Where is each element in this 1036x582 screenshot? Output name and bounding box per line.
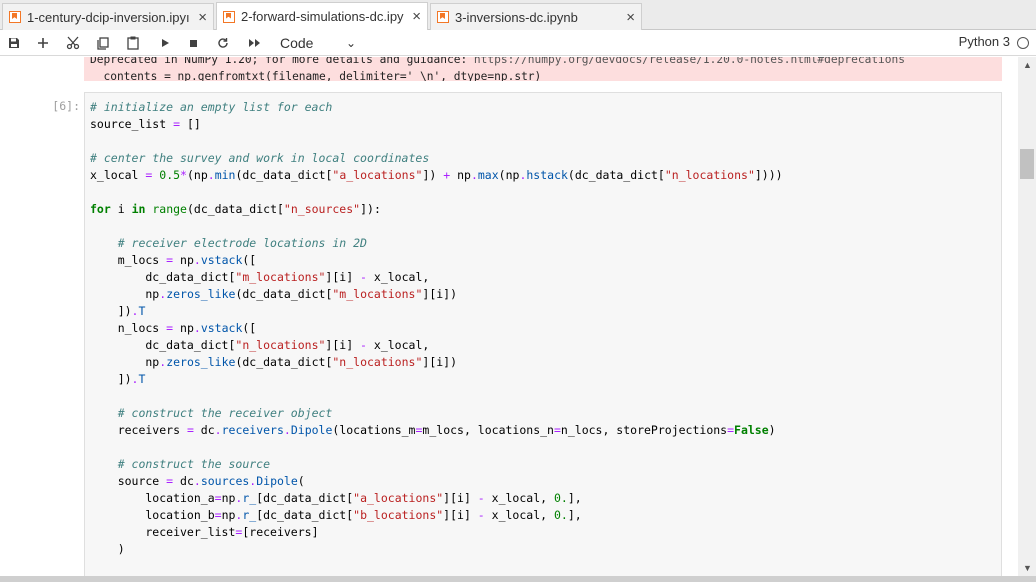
cell-type-label: Code [280,35,314,51]
kernel-name[interactable]: Python 3 [959,34,1010,49]
notebook-icon [223,10,235,23]
copy-icon[interactable] [93,33,113,53]
paste-icon[interactable] [123,33,143,53]
add-cell-icon[interactable] [33,33,53,53]
tab-label: 1-century-dcip-inversion.ipyı [27,9,190,25]
run-all-icon[interactable] [244,33,264,53]
cell-prompt: [6]: [52,99,80,113]
run-icon[interactable] [155,33,175,53]
tab-century-dcip-inversion[interactable]: 1-century-dcip-inversion.ipyı × [2,3,214,30]
code-text: # initialize an empty list for each sourc… [90,100,783,556]
warning-link[interactable]: https://numpy.org/devdocs/release/1.20.0… [474,57,905,66]
warning-text: Deprecated in NumPy 1.20; for more detai… [90,57,474,66]
kernel-status-icon [1017,37,1029,49]
output-stderr: Deprecated in NumPy 1.20; for more detai… [84,57,1002,81]
chevron-down-icon: ⌄ [345,36,356,50]
notebook-panel: Deprecated in NumPy 1.20; for more detai… [0,57,1018,576]
close-icon[interactable]: × [412,8,421,25]
stop-icon[interactable] [183,33,203,53]
vertical-scrollbar[interactable]: ▲ ▼ [1018,57,1036,576]
restart-icon[interactable] [213,33,233,53]
scroll-down-icon[interactable]: ▼ [1023,563,1032,573]
notebook-icon [437,11,449,23]
horizontal-scrollbar[interactable] [0,576,1036,582]
scrollbar-thumb[interactable] [1020,149,1034,179]
notebook-toolbar: Code ⌄ Python 3 [0,30,1036,56]
tab-label: 3-inversions-dc.ipynb [455,9,578,25]
tab-inversions-dc[interactable]: 3-inversions-dc.ipynb × [430,3,642,30]
tab-bar: 1-century-dcip-inversion.ipyı × 2-forwar… [0,0,1036,30]
code-cell-editor[interactable]: # initialize an empty list for each sourc… [84,92,1002,576]
save-icon[interactable] [4,33,24,53]
cell-type-select[interactable]: Code ⌄ [280,33,360,53]
notebook-icon [9,11,21,23]
tab-label: 2-forward-simulations-dc.ipy [241,9,404,24]
warning-source-line: contents = np.genfromtxt(filename, delim… [90,70,542,81]
tab-forward-simulations-dc[interactable]: 2-forward-simulations-dc.ipy × [216,2,428,30]
cut-icon[interactable] [63,33,83,53]
close-icon[interactable]: × [626,9,635,26]
scroll-up-icon[interactable]: ▲ [1023,60,1032,70]
close-icon[interactable]: × [198,9,207,26]
